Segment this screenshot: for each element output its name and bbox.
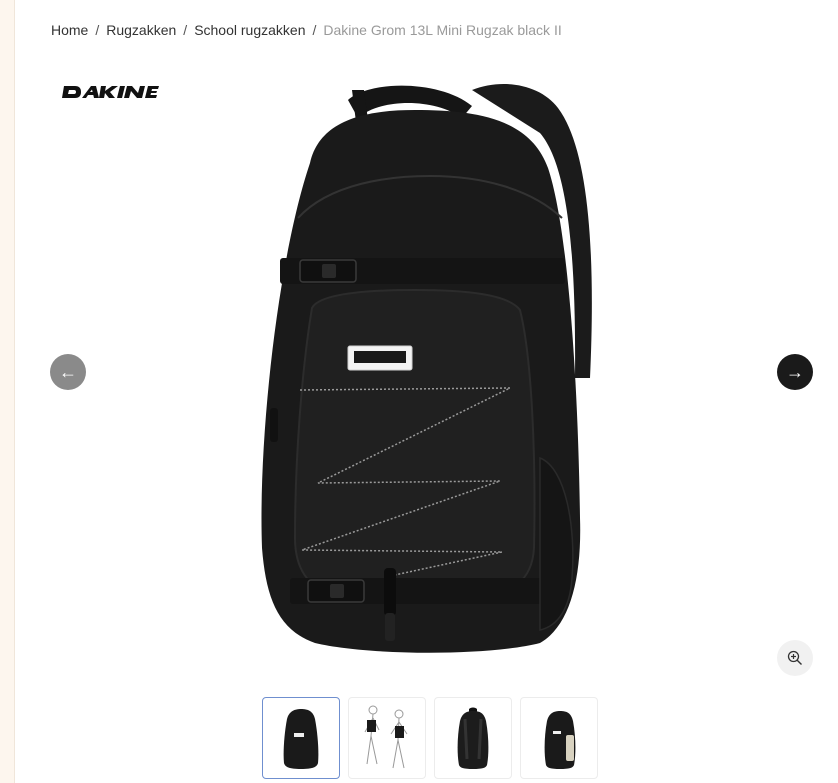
breadcrumb-separator: / [183,22,188,38]
arrow-left-icon: ← [59,361,77,382]
gallery-prev-button[interactable]: ← [50,354,86,390]
breadcrumb-separator: / [312,22,317,38]
product-main-image [261,84,592,653]
breadcrumb-separator: / [95,22,100,38]
arrow-right-icon: → [786,361,804,382]
breadcrumb: Home / Rugzakken / School rugzakken / Da… [51,22,562,38]
zoom-button[interactable] [777,640,813,676]
thumbnail-backpack-side[interactable] [520,697,598,779]
breadcrumb-current: Dakine Grom 13L Mini Rugzak black II [323,22,562,38]
thumbnail-backpack-back[interactable] [434,697,512,779]
thumbnail-strip [262,697,598,779]
brand-logo [62,86,159,98]
thumbnail-backpack-front[interactable] [262,697,340,779]
gallery-next-button[interactable]: → [777,354,813,390]
zoom-in-icon [787,650,802,665]
breadcrumb-rugzakken[interactable]: Rugzakken [106,22,176,38]
breadcrumb-home[interactable]: Home [51,22,88,38]
breadcrumb-school-rugzakken[interactable]: School rugzakken [194,22,305,38]
thumbnail-backpack-worn-sketch[interactable] [348,697,426,779]
product-gallery-card: Home / Rugzakken / School rugzakken / Da… [14,0,838,783]
